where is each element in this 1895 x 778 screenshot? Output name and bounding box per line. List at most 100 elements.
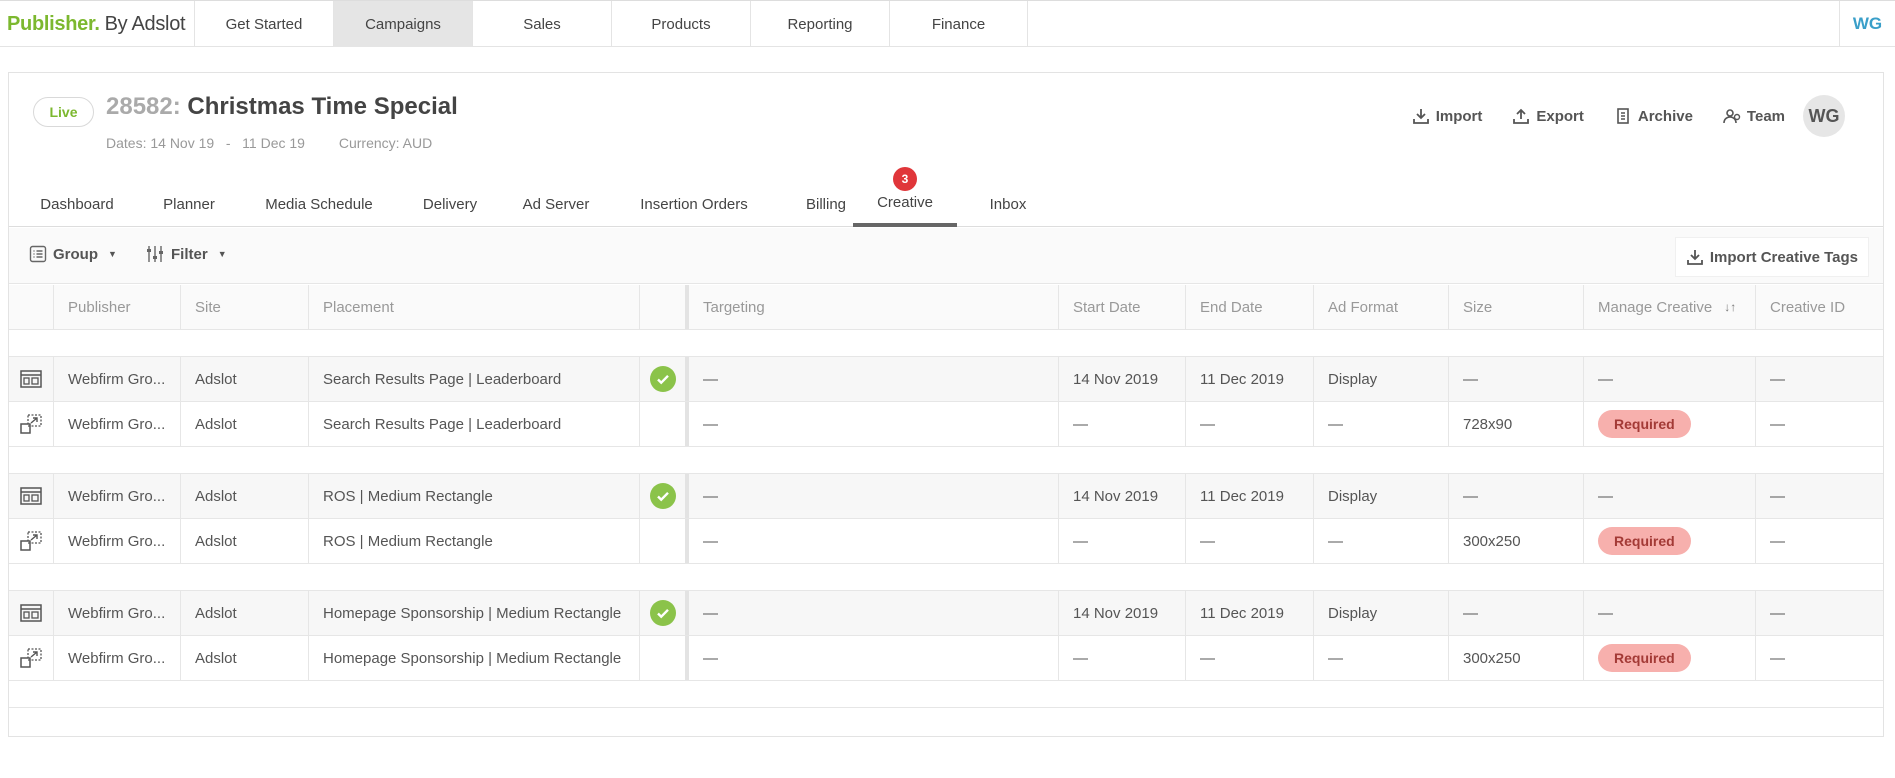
cell-ad-format: —	[1314, 636, 1449, 680]
cell-publisher: Webfirm Gro...	[54, 402, 181, 446]
header-start-date[interactable]: Start Date	[1059, 285, 1186, 329]
cell-start-date: 14 Nov 2019	[1059, 591, 1186, 635]
required-button[interactable]: Required	[1598, 644, 1691, 672]
tab-insertion-orders[interactable]: Insertion Orders	[619, 181, 769, 227]
cell-targeting: —	[689, 357, 1059, 401]
creative-icon	[9, 636, 54, 680]
tab-delivery[interactable]: Delivery	[405, 181, 495, 227]
user-menu[interactable]: WG	[1839, 1, 1895, 47]
group-spacer	[9, 330, 1883, 357]
filter-label: Filter	[171, 245, 208, 263]
tab-planner[interactable]: Planner	[144, 181, 234, 227]
team-button[interactable]: Team	[1723, 107, 1785, 125]
cell-size: 300x250	[1449, 636, 1584, 680]
cell-status	[640, 474, 689, 518]
tab-inbox[interactable]: Inbox	[973, 181, 1043, 227]
cell-site: Adslot	[181, 636, 309, 680]
creative-count-badge: 3	[893, 167, 917, 191]
cell-targeting: —	[689, 591, 1059, 635]
required-button[interactable]: Required	[1598, 410, 1691, 438]
header-placement[interactable]: Placement	[309, 285, 640, 329]
status-badge: Live	[33, 97, 94, 127]
table-row[interactable]: Webfirm Gro... Adslot Homepage Sponsorsh…	[9, 636, 1883, 681]
archive-button[interactable]: Archive	[1614, 107, 1693, 125]
tab-media-schedule[interactable]: Media Schedule	[249, 181, 389, 227]
table-row[interactable]: Webfirm Gro... Adslot Homepage Sponsorsh…	[9, 591, 1883, 636]
group-label: Group	[53, 245, 98, 263]
import-creative-tags-button[interactable]: Import Creative Tags	[1674, 237, 1869, 277]
group-dropdown[interactable]: Group ▼	[29, 245, 117, 263]
cell-status	[640, 402, 689, 446]
nav-get-started[interactable]: Get Started	[194, 1, 333, 47]
import-button[interactable]: Import	[1412, 107, 1482, 125]
campaign-currency: Currency: AUD	[338, 135, 433, 151]
table-row[interactable]: Webfirm Gro... Adslot Search Results Pag…	[9, 357, 1883, 402]
creative-icon	[9, 402, 54, 446]
cell-targeting: —	[689, 402, 1059, 446]
caret-down-icon: ▼	[108, 249, 117, 259]
nav-finance[interactable]: Finance	[889, 1, 1028, 47]
table-row[interactable]: Webfirm Gro... Adslot ROS | Medium Recta…	[9, 519, 1883, 564]
header-site[interactable]: Site	[181, 285, 309, 329]
placement-icon	[9, 357, 54, 401]
cell-manage-creative: Required	[1584, 636, 1756, 680]
tab-ad-server[interactable]: Ad Server	[509, 181, 603, 227]
campaign-id: 28582:	[106, 93, 181, 120]
cell-size: 728x90	[1449, 402, 1584, 446]
brand-logo[interactable]: Publisher. By Adslot	[7, 13, 186, 36]
cell-targeting: —	[689, 636, 1059, 680]
header-manage-creative[interactable]: Manage Creative ↓↑	[1584, 285, 1756, 329]
main-nav: Get Started Campaigns Sales Products Rep…	[194, 1, 1028, 47]
table-row[interactable]: Webfirm Gro... Adslot ROS | Medium Recta…	[9, 474, 1883, 519]
creative-icon	[9, 519, 54, 563]
team-icon	[1723, 109, 1741, 124]
header-targeting[interactable]: Targeting	[689, 285, 1059, 329]
nav-sales[interactable]: Sales	[472, 1, 611, 47]
tab-dashboard[interactable]: Dashboard	[27, 181, 127, 227]
cell-start-date: —	[1059, 402, 1186, 446]
nav-campaigns[interactable]: Campaigns	[333, 1, 472, 47]
header-publisher[interactable]: Publisher	[54, 285, 181, 329]
nav-products[interactable]: Products	[611, 1, 750, 47]
check-icon	[649, 600, 676, 626]
cell-publisher: Webfirm Gro...	[54, 357, 181, 401]
cell-start-date: 14 Nov 2019	[1059, 474, 1186, 518]
sort-icon[interactable]: ↓↑	[1724, 300, 1736, 314]
group-spacer	[9, 681, 1883, 708]
filter-dropdown[interactable]: Filter ▼	[145, 245, 227, 263]
cell-placement: Homepage Sponsorship | Medium Rectangle	[309, 591, 640, 635]
cell-creative-id: —	[1770, 649, 1785, 667]
cell-end-date: —	[1186, 636, 1314, 680]
brand-suffix: By Adslot	[104, 13, 186, 35]
required-button[interactable]: Required	[1598, 527, 1691, 555]
header-ad-format[interactable]: Ad Format	[1314, 285, 1449, 329]
grid-header: Publisher Site Placement Targeting Start…	[9, 285, 1883, 330]
nav-reporting[interactable]: Reporting	[750, 1, 889, 47]
brand-name: Publisher.	[7, 13, 100, 35]
cell-start-date: 14 Nov 2019	[1059, 357, 1186, 401]
avatar[interactable]: WG	[1803, 95, 1845, 137]
check-icon	[649, 366, 676, 392]
export-button[interactable]: Export	[1512, 107, 1584, 125]
group-spacer	[9, 564, 1883, 591]
header-size[interactable]: Size	[1449, 285, 1584, 329]
header-end-date[interactable]: End Date	[1186, 285, 1314, 329]
tab-creative[interactable]: 3 Creative	[853, 167, 957, 227]
table-row[interactable]: Webfirm Gro... Adslot Search Results Pag…	[9, 402, 1883, 447]
cell-size: —	[1449, 357, 1584, 401]
campaign-dates: Dates: 14 Nov 19 - 11 Dec 19	[106, 135, 305, 151]
placement-icon	[9, 591, 54, 635]
cell-targeting: —	[689, 519, 1059, 563]
cell-ad-format: —	[1314, 519, 1449, 563]
tab-creative-label: Creative	[877, 193, 933, 211]
sliders-icon	[147, 246, 163, 262]
download-icon	[1686, 250, 1703, 265]
cell-placement: Search Results Page | Leaderboard	[309, 402, 640, 446]
header-creative-id[interactable]: Creative ID	[1756, 285, 1883, 329]
cell-placement: ROS | Medium Rectangle	[309, 474, 640, 518]
cell-site: Adslot	[181, 519, 309, 563]
cell-start-date: —	[1059, 519, 1186, 563]
cell-publisher: Webfirm Gro...	[54, 474, 181, 518]
cell-ad-format: —	[1314, 402, 1449, 446]
cell-ad-format: Display	[1314, 591, 1449, 635]
